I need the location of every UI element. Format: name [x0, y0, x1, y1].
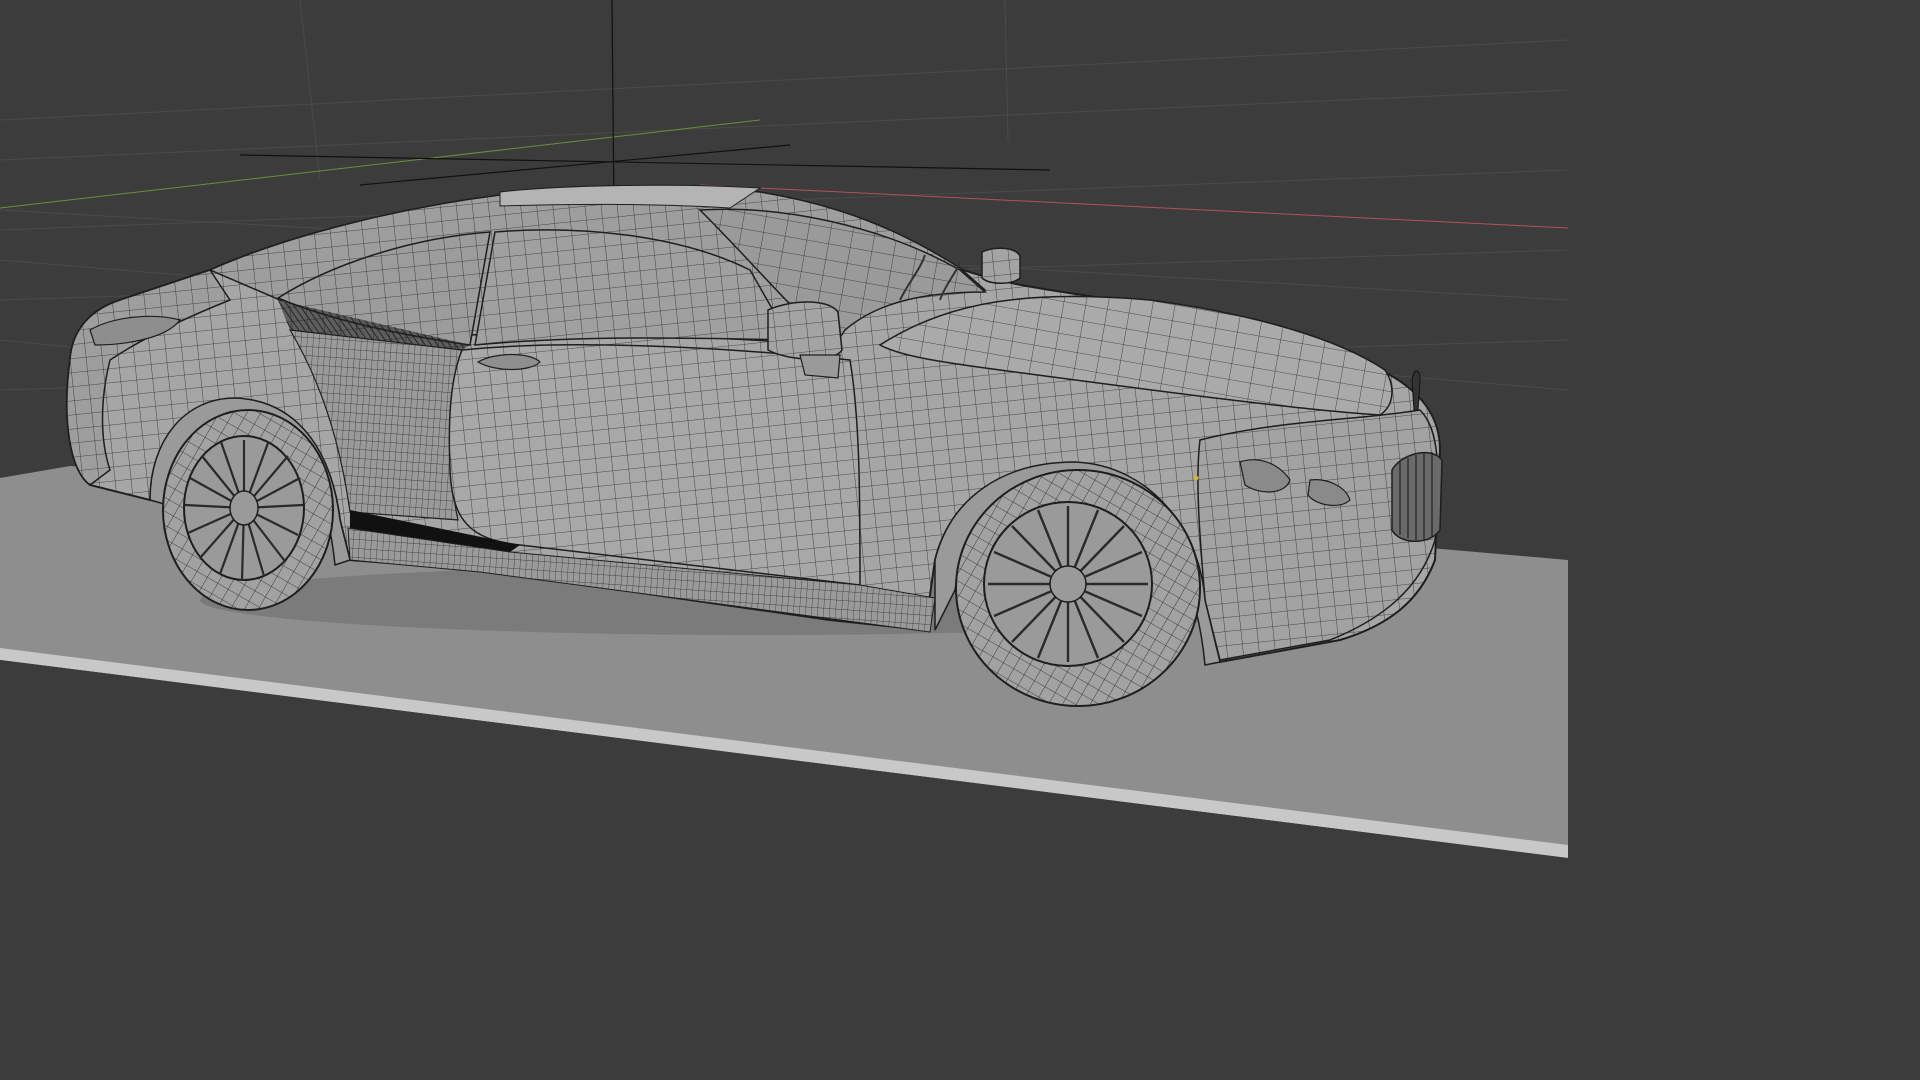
viewport-scene[interactable] [0, 0, 1568, 882]
object-origin-dot[interactable] [1193, 475, 1199, 481]
3d-viewport[interactable] [0, 0, 1568, 882]
side-mirror-far [981, 247, 1021, 284]
front-antenna [1411, 370, 1421, 411]
front-wheel[interactable] [955, 469, 1201, 707]
rear-wheel[interactable] [162, 409, 334, 611]
car-sunroof [499, 184, 762, 209]
